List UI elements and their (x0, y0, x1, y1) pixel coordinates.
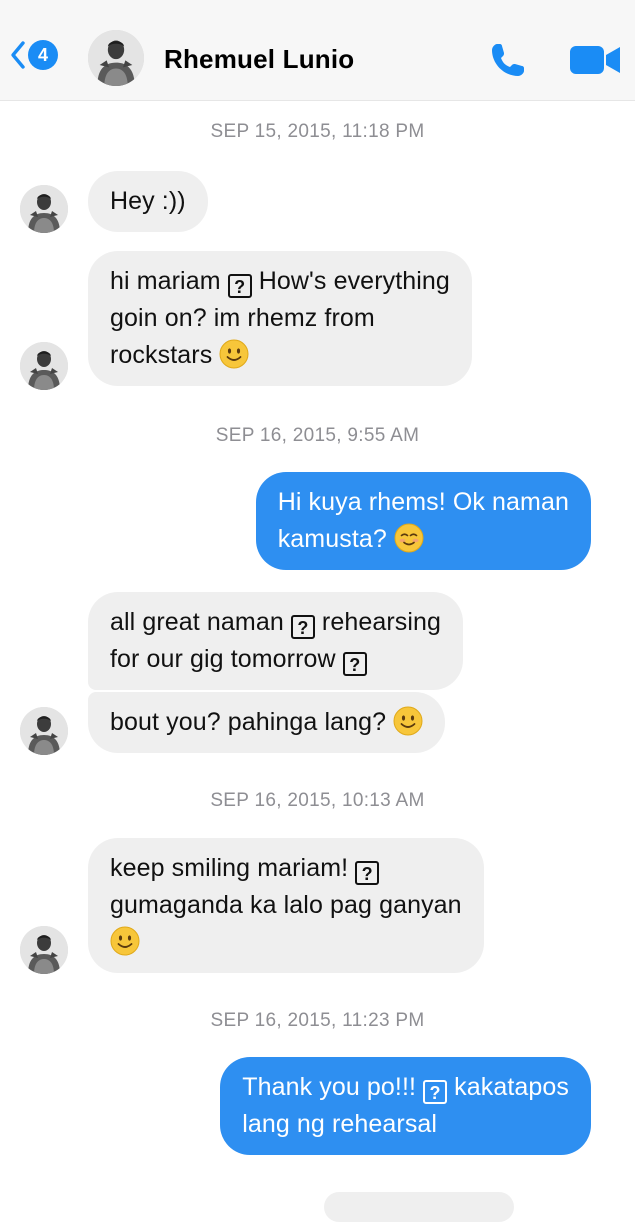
message-text: all great naman (110, 608, 284, 636)
timestamp: SEP 15, 2015, 11:18 PM (210, 121, 425, 142)
message-text: keep smiling mariam! (110, 854, 349, 882)
message-text: Thank you po!!! (242, 1073, 417, 1101)
message-text: How's everything (258, 267, 450, 295)
unknown-glyph-icon: ? (290, 615, 315, 639)
message-text: kamusta? (277, 525, 387, 553)
incoming-message[interactable]: all great naman ? rehearsing for our gig… (88, 592, 464, 690)
conversation-header: 4 Rhemuel Lunio (0, 0, 635, 101)
message-text: hi mariam (110, 267, 221, 295)
back-button[interactable]: 4 (10, 40, 58, 70)
message-text: rehearsing (321, 608, 442, 636)
timestamp: SEP 16, 2015, 9:55 AM (215, 425, 420, 446)
chevron-left-icon (11, 41, 25, 69)
outgoing-message[interactable]: Thank you po!!! ? kakatapos lang ng rehe… (220, 1057, 591, 1155)
message-text: gumaganda ka lalo pag ganyan (110, 891, 462, 919)
incoming-message[interactable]: keep smiling mariam! ? gumaganda ka lalo… (88, 838, 484, 973)
contact-avatar[interactable] (88, 30, 144, 86)
message-text: goin on? im rhemz from (110, 304, 375, 332)
message-text: rockstars (110, 341, 213, 369)
sender-avatar[interactable] (20, 185, 68, 233)
smile-emoji-icon (219, 339, 249, 369)
message-text: lang ng rehearsal (242, 1110, 438, 1138)
incoming-message[interactable]: hi mariam ? How's everything goin on? im… (88, 251, 472, 386)
incoming-message[interactable]: Hey :)) (88, 171, 208, 232)
sender-avatar[interactable] (20, 926, 68, 974)
outgoing-message[interactable]: Hi kuya rhems! Ok naman kamusta? (255, 472, 591, 570)
timestamp: SEP 16, 2015, 10:13 AM (210, 790, 425, 811)
message-text: Hi kuya rhems! Ok naman (277, 488, 569, 516)
partial-message-bubble (324, 1192, 514, 1222)
timestamp: SEP 16, 2015, 11:23 PM (210, 1010, 425, 1031)
blush-emoji-icon (394, 523, 424, 553)
contact-name[interactable]: Rhemuel Lunio (164, 44, 354, 75)
message-text: Hey :)) (110, 187, 186, 215)
smile-emoji-icon (393, 706, 423, 736)
sender-avatar[interactable] (20, 342, 68, 390)
smile-emoji-icon (110, 926, 140, 956)
unread-count-badge: 4 (28, 40, 58, 70)
message-text: kakatapos (454, 1073, 569, 1101)
unknown-glyph-icon: ? (227, 274, 252, 298)
message-text: bout you? pahinga lang? (110, 708, 387, 736)
unknown-glyph-icon: ? (342, 652, 367, 676)
video-call-icon[interactable] (568, 44, 622, 76)
unknown-glyph-icon: ? (355, 861, 380, 885)
message-text: for our gig tomorrow (110, 645, 336, 673)
sender-avatar[interactable] (20, 707, 68, 755)
unknown-glyph-icon: ? (423, 1080, 448, 1104)
incoming-message[interactable]: bout you? pahinga lang? (88, 692, 446, 753)
phone-call-icon[interactable] (488, 40, 528, 80)
